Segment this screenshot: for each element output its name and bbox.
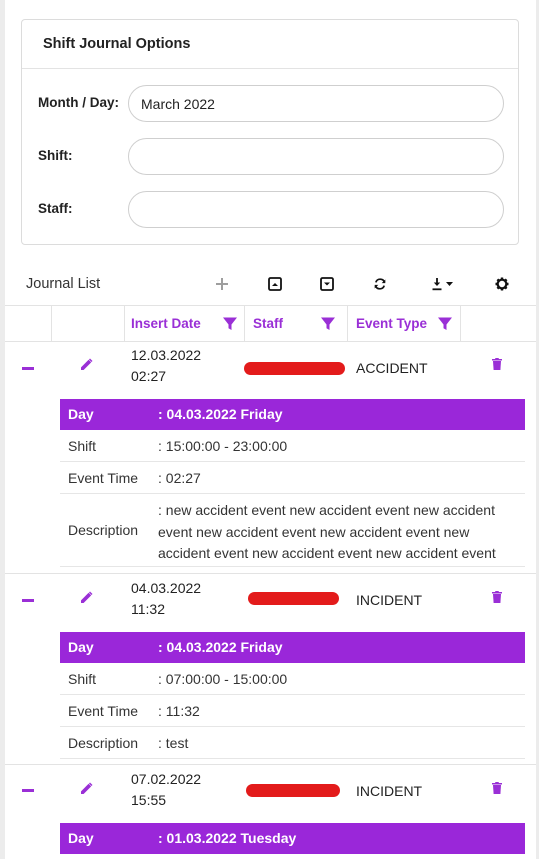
filter-icon[interactable] xyxy=(222,316,238,332)
detail-event-time-value: : 02:27 xyxy=(158,470,201,486)
refresh-button[interactable] xyxy=(367,272,393,296)
staff-row: Staff: xyxy=(22,191,518,229)
filter-icon[interactable] xyxy=(320,316,336,332)
detail-day-row: Day : 01.03.2022 Tuesday xyxy=(60,823,525,854)
detail-day-value: : 04.03.2022 Friday xyxy=(158,406,283,422)
insert-date-header-label: Insert Date xyxy=(131,316,201,331)
shift-row: Shift: xyxy=(22,138,518,176)
journal-list-title: Journal List xyxy=(26,276,101,292)
detail-day-value: : 04.03.2022 Friday xyxy=(158,639,283,655)
detail-description-row: Description : test xyxy=(60,727,525,759)
detail-day-row: Day : 04.03.2022 Friday xyxy=(60,399,525,430)
download-icon xyxy=(432,278,453,291)
pencil-icon[interactable] xyxy=(80,358,93,371)
shift-journal-page: Shift Journal Options Month / Day: Shift… xyxy=(5,0,536,859)
collapse-all-icon xyxy=(320,277,334,291)
detail-shift-row: Shift : 07:00:00 - 15:00:00 xyxy=(60,663,525,695)
insert-date-value: 07.02.2022 xyxy=(131,771,202,787)
detail-day-row: Day : 04.03.2022 Friday xyxy=(60,632,525,663)
trash-icon[interactable] xyxy=(492,358,502,370)
month-day-label: Month / Day: xyxy=(38,95,119,110)
detail-description-key: Description xyxy=(68,522,139,538)
shift-label: Shift: xyxy=(38,148,73,163)
staff-redaction xyxy=(246,784,340,797)
refresh-icon xyxy=(374,278,386,290)
insert-time-value: 15:55 xyxy=(131,792,167,808)
shift-input[interactable] xyxy=(128,138,504,175)
detail-shift-value: : 07:00:00 - 15:00:00 xyxy=(158,671,288,687)
download-dropdown-button[interactable] xyxy=(427,272,461,296)
row-separator xyxy=(5,573,536,574)
insert-date-value: 04.03.2022 xyxy=(131,580,202,596)
detail-description-value: : test xyxy=(158,735,189,751)
staff-redaction xyxy=(248,592,339,605)
collapse-row-icon[interactable] xyxy=(22,789,34,792)
collapse-row-icon[interactable] xyxy=(22,367,34,370)
shift-journal-options-card: Shift Journal Options Month / Day: Shift… xyxy=(21,19,519,245)
staff-redaction xyxy=(244,362,345,375)
trash-icon[interactable] xyxy=(492,591,502,603)
insert-date-column-header[interactable]: Insert Date xyxy=(125,306,245,342)
edit-column-header xyxy=(52,306,125,342)
detail-day-key: Day xyxy=(68,406,94,422)
detail-shift-value: : 15:00:00 - 23:00:00 xyxy=(158,438,288,454)
event-type-column-header[interactable]: Event Type xyxy=(348,306,461,342)
insert-time-value: 11:32 xyxy=(131,601,165,617)
detail-day-value: : 01.03.2022 Tuesday xyxy=(158,830,297,846)
month-day-row: Month / Day: xyxy=(22,85,518,123)
detail-day-key: Day xyxy=(68,830,94,846)
delete-column-header xyxy=(461,306,536,342)
grid-header: Insert Date Staff Event Type xyxy=(5,305,536,342)
event-type-cell: INCIDENT xyxy=(356,783,423,799)
detail-shift-key: Shift xyxy=(68,671,97,687)
pencil-icon[interactable] xyxy=(80,591,93,604)
options-title: Shift Journal Options xyxy=(22,20,518,69)
detail-description-key: Description xyxy=(68,735,139,751)
plus-icon xyxy=(216,278,228,290)
trash-icon[interactable] xyxy=(492,782,502,794)
insert-date-cell: 04.03.2022 11:32 xyxy=(131,578,201,620)
expand-all-icon xyxy=(268,277,282,291)
staff-label: Staff: xyxy=(38,201,73,216)
insert-time-value: 02:27 xyxy=(131,368,167,384)
detail-shift-row: Shift : 15:00:00 - 23:00:00 xyxy=(60,430,525,462)
detail-event-time-row: Event Time : 11:32 xyxy=(60,695,525,727)
detail-description-row: Description : new accident event new acc… xyxy=(60,494,525,567)
detail-shift-key: Shift xyxy=(68,438,97,454)
pencil-icon[interactable] xyxy=(80,782,93,795)
month-day-input[interactable] xyxy=(128,85,504,122)
detail-event-time-key: Event Time xyxy=(68,470,139,486)
settings-button[interactable] xyxy=(489,272,515,296)
event-type-cell: INCIDENT xyxy=(356,592,423,608)
journal-list-toolbar: Journal List xyxy=(5,264,536,304)
event-type-header-label: Event Type xyxy=(356,316,428,331)
insert-date-cell: 12.03.2022 02:27 xyxy=(131,345,201,387)
detail-event-time-value: : 11:32 xyxy=(158,703,200,719)
filter-icon[interactable] xyxy=(437,316,453,332)
gear-icon xyxy=(495,277,509,291)
event-type-cell: ACCIDENT xyxy=(356,360,428,376)
row-separator xyxy=(5,764,536,765)
insert-date-cell: 07.02.2022 15:55 xyxy=(131,769,201,811)
staff-column-header[interactable]: Staff xyxy=(245,306,348,342)
detail-event-time-key: Event Time xyxy=(68,703,139,719)
insert-date-value: 12.03.2022 xyxy=(131,347,202,363)
expand-column-header xyxy=(5,306,52,342)
collapse-row-icon[interactable] xyxy=(22,599,34,602)
collapse-all-button[interactable] xyxy=(314,272,340,296)
staff-header-label: Staff xyxy=(253,316,283,331)
detail-event-time-row: Event Time : 02:27 xyxy=(60,462,525,494)
staff-input[interactable] xyxy=(128,191,504,228)
detail-day-key: Day xyxy=(68,639,94,655)
detail-description-value: : new accident event new accident event … xyxy=(158,502,496,561)
add-button[interactable] xyxy=(209,272,235,296)
expand-all-button[interactable] xyxy=(262,272,288,296)
